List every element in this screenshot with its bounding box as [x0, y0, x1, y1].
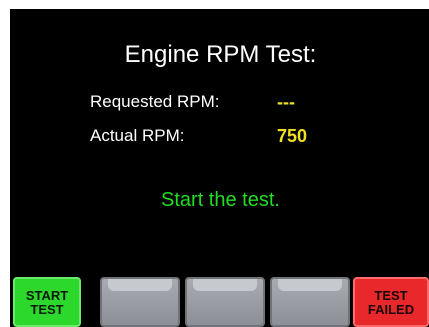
softkey-3-button[interactable]: [185, 277, 265, 327]
status-message: Start the test.: [161, 189, 280, 211]
requested-rpm-label: Requested RPM:: [90, 92, 220, 111]
softkey-4-button[interactable]: [270, 277, 350, 327]
softkey-2-button[interactable]: [100, 277, 180, 327]
display-screen: Engine RPM Test: Requested RPM: --- Actu…: [10, 9, 429, 327]
page-title: Engine RPM Test:: [124, 41, 317, 68]
start-test-label-line1: START: [25, 288, 69, 303]
actual-rpm-value: 750: [277, 126, 308, 146]
test-failed-label-line1: TEST: [374, 288, 408, 303]
softkey-bar: START TEST TEST FAILED: [10, 274, 429, 327]
actual-rpm-label: Actual RPM:: [90, 126, 185, 145]
test-failed-button[interactable]: TEST FAILED: [353, 277, 429, 327]
requested-rpm-value: ---: [277, 92, 295, 112]
start-test-button[interactable]: START TEST: [13, 277, 81, 327]
test-failed-label-line2: FAILED: [367, 302, 415, 317]
start-test-label-line2: TEST: [30, 302, 64, 317]
